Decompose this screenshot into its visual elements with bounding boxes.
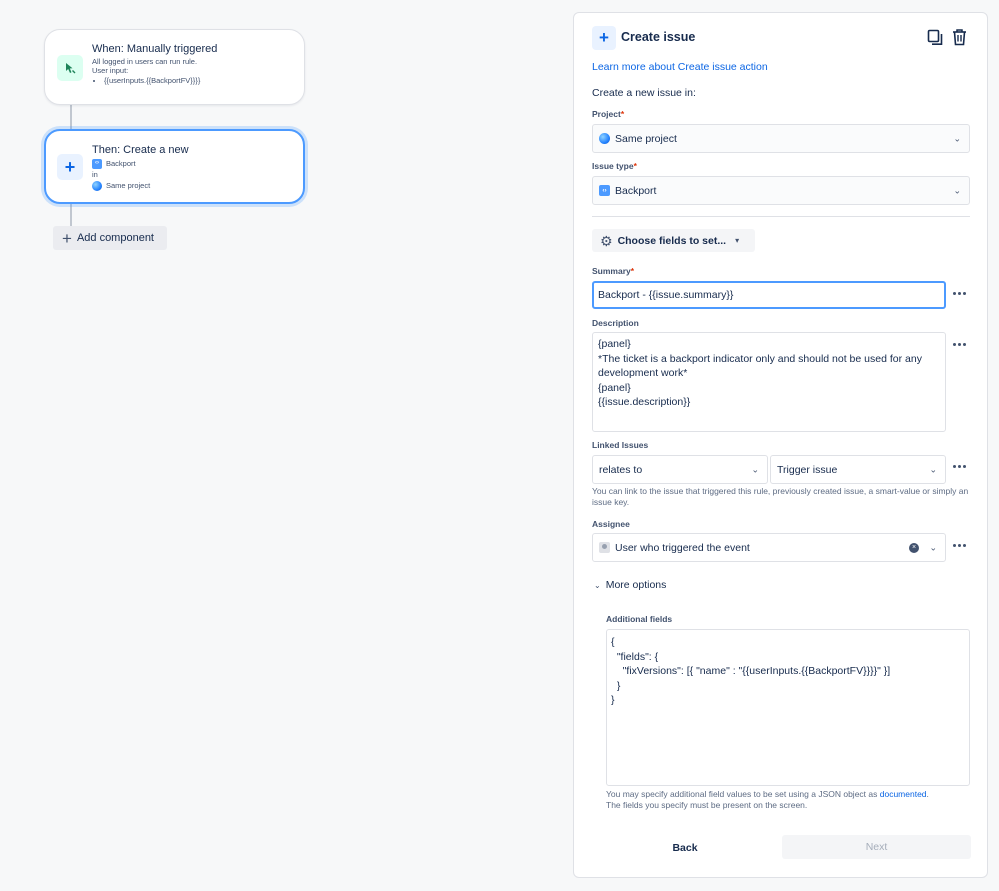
assignee-label: Assignee — [592, 519, 630, 529]
choose-fields-label: Choose fields to set... — [617, 234, 727, 247]
plus-icon: + — [57, 154, 83, 180]
flow-connector — [70, 204, 72, 226]
description-line: {{issue.description}} — [598, 396, 691, 408]
json-line: "fixVersions": [{ "name" : "{{userInputs… — [611, 665, 891, 677]
duplicate-icon[interactable] — [925, 27, 945, 47]
documented-link[interactable]: documented — [880, 789, 927, 799]
trigger-card[interactable]: When: Manually triggered All logged in u… — [44, 29, 305, 105]
trigger-title: When: Manually triggered — [92, 43, 218, 55]
divider — [592, 216, 970, 217]
issue-type-label: Issue type* — [592, 161, 637, 171]
json-line: } — [611, 679, 621, 692]
clear-icon[interactable]: × — [909, 542, 919, 553]
project-value: Same project — [615, 132, 677, 145]
backport-issue-type-icon: ‹› — [92, 158, 102, 169]
chevron-down-icon: ⌄ — [594, 580, 601, 590]
link-target-select[interactable]: Trigger issue ⌄ — [770, 455, 946, 484]
project-globe-icon — [92, 180, 102, 191]
flow-connector — [70, 105, 72, 129]
additional-fields-help: You may specify additional field values … — [606, 789, 929, 810]
assignee-value: User who triggered the event — [615, 541, 750, 554]
json-line: "fields": { — [611, 650, 659, 663]
more-options-label: More options — [605, 579, 667, 591]
link-target-value: Trigger issue — [777, 463, 838, 476]
backport-issue-type-icon: ‹› — [599, 185, 610, 196]
summary-input[interactable]: Backport - {{issue.summary}} — [592, 281, 946, 309]
action-card[interactable]: + Then: Create a new ‹› Backport in Same… — [44, 129, 305, 204]
issue-type-select[interactable]: ‹› Backport ⌄ — [592, 176, 970, 205]
rule-flow: When: Manually triggered All logged in u… — [0, 0, 560, 891]
chevron-down-icon: ⌄ — [953, 133, 961, 143]
trigger-user-input-item: {{userInputs.{{BackportFV}}}} — [104, 75, 296, 87]
linked-issues-label: Linked Issues — [592, 440, 649, 450]
project-globe-icon — [599, 133, 610, 144]
description-textarea[interactable]: {panel} *The ticket is a backport indica… — [592, 332, 946, 432]
assignee-select[interactable]: User who triggered the event × ⌄ — [592, 533, 946, 562]
action-title: Then: Create a new — [92, 144, 189, 156]
chevron-down-icon: ⌄ — [751, 464, 759, 474]
description-line: *The ticket is a backport indicator only… — [598, 352, 922, 365]
trigger-permission-text: All logged in users can run rule. — [92, 57, 198, 66]
chevron-down-icon: ▾ — [735, 236, 740, 245]
panel-title: Create issue — [621, 30, 696, 44]
learn-more-link[interactable]: Learn more about Create issue action — [592, 61, 768, 73]
project-label: Project* — [592, 109, 625, 119]
description-label: Description — [592, 318, 639, 328]
create-issue-panel: + Create issue Learn more about Create i… — [573, 12, 988, 878]
more-icon[interactable] — [950, 460, 968, 472]
action-project: Same project — [106, 181, 151, 190]
user-avatar-icon — [599, 542, 610, 553]
summary-label: Summary* — [592, 266, 635, 276]
chevron-down-icon: ⌄ — [953, 185, 961, 195]
back-button[interactable]: Back — [644, 836, 726, 860]
additional-fields-editor[interactable]: { "fields": { "fixVersions": [{ "name" :… — [606, 629, 970, 786]
add-component-label: Add component — [76, 232, 154, 244]
plus-icon: + — [62, 228, 72, 248]
choose-fields-button[interactable]: ⚙ Choose fields to set... ▾ — [592, 229, 755, 252]
add-component-button[interactable]: + Add component — [53, 226, 167, 250]
trigger-user-input-label: User input: — [92, 66, 129, 75]
next-button[interactable]: Next — [782, 835, 971, 859]
json-line: } — [611, 694, 615, 706]
description-line: {panel} — [598, 381, 631, 394]
cursor-click-icon — [57, 55, 83, 81]
chevron-down-icon: ⌄ — [929, 542, 937, 552]
linked-issues-help: You can link to the issue that triggered… — [592, 486, 969, 507]
json-line: { — [611, 636, 615, 648]
link-type-value: relates to — [599, 463, 643, 476]
create-in-label: Create a new issue in: — [592, 87, 696, 99]
description-line: development work* — [598, 367, 688, 379]
issue-type-value: Backport — [615, 184, 657, 197]
more-icon[interactable] — [950, 539, 968, 551]
gear-icon: ⚙ — [600, 232, 613, 249]
more-icon[interactable] — [950, 287, 968, 299]
additional-fields-label: Additional fields — [606, 614, 673, 624]
plus-icon: + — [592, 26, 616, 50]
project-select[interactable]: Same project ⌄ — [592, 124, 970, 153]
chevron-down-icon: ⌄ — [929, 464, 937, 474]
description-line: {panel} — [598, 338, 631, 350]
action-issue-type: Backport — [106, 159, 136, 168]
more-options-toggle[interactable]: ⌄ More options — [594, 579, 666, 591]
link-type-select[interactable]: relates to ⌄ — [592, 455, 768, 484]
more-icon[interactable] — [950, 338, 968, 350]
trash-icon[interactable] — [949, 27, 969, 47]
action-in-label: in — [92, 170, 98, 179]
